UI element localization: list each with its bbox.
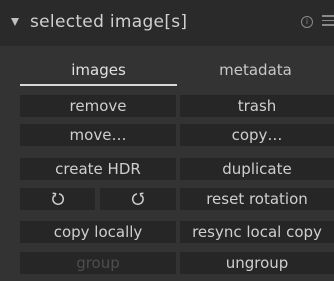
reset-rotation-button[interactable]: reset rotation: [180, 188, 334, 210]
rotate-left-button[interactable]: [20, 188, 95, 210]
duplicate-button[interactable]: duplicate: [180, 158, 334, 180]
copy-locally-button[interactable]: copy locally: [20, 221, 176, 243]
resync-local-copy-button[interactable]: resync local copy: [180, 221, 334, 243]
selected-images-panel: selected image[s] i images metadata remo…: [0, 0, 334, 281]
trash-button[interactable]: trash: [180, 95, 334, 117]
group-button[interactable]: group: [20, 252, 176, 274]
tab-bar: images metadata: [20, 46, 334, 86]
tab-images[interactable]: images: [20, 46, 177, 86]
copy-button[interactable]: copy…: [180, 124, 334, 146]
rotate-counterclockwise-icon: [51, 192, 64, 205]
module-header[interactable]: selected image[s] i: [0, 0, 334, 46]
create-hdr-button[interactable]: create HDR: [20, 158, 176, 180]
collapse-arrow-icon[interactable]: [11, 18, 19, 26]
presets-menu-icon[interactable]: [322, 15, 334, 27]
remove-button[interactable]: remove: [20, 95, 176, 117]
tab-metadata[interactable]: metadata: [177, 46, 334, 84]
move-button[interactable]: move…: [20, 124, 176, 146]
rotate-clockwise-icon: [131, 192, 144, 205]
info-icon[interactable]: i: [301, 16, 313, 28]
module-title: selected image[s]: [30, 12, 188, 32]
ungroup-button[interactable]: ungroup: [180, 252, 334, 274]
rotate-right-button[interactable]: [100, 188, 176, 210]
